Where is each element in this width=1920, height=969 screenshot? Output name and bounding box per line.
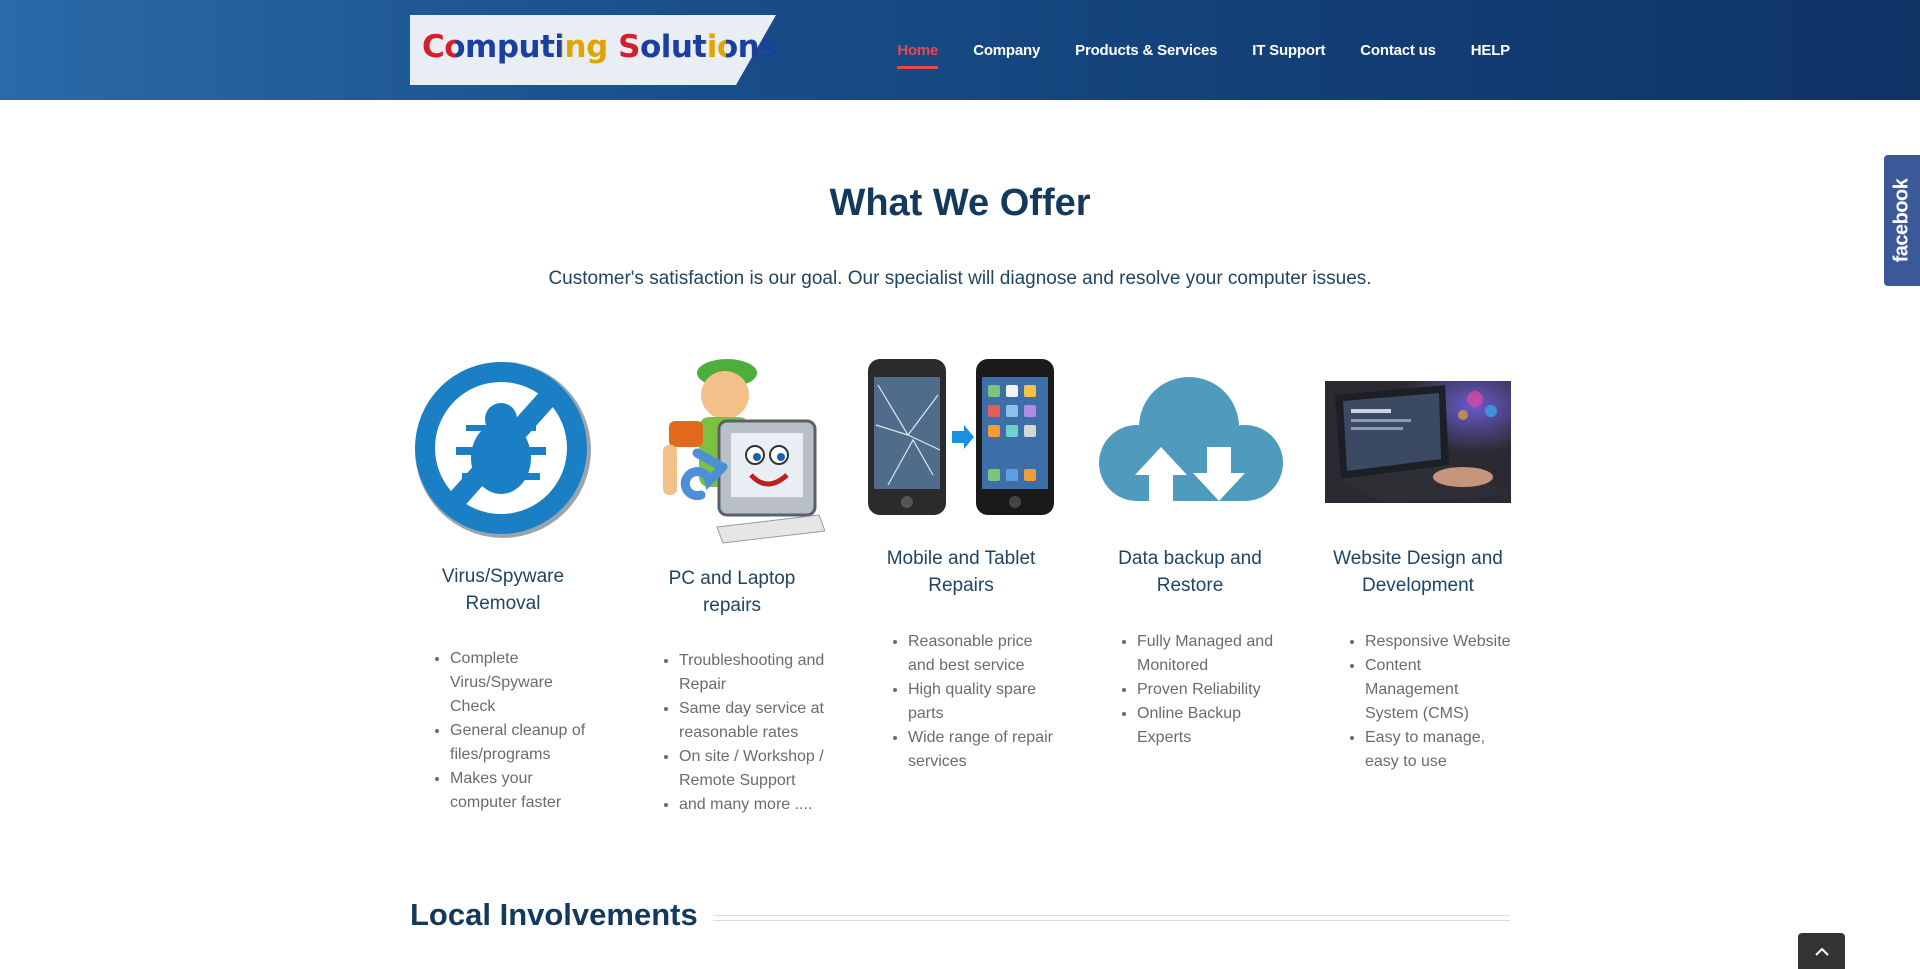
offer-card-virus: Virus/Spyware Removal Complete Virus/Spy… xyxy=(410,355,596,811)
repairman-computer-illustration xyxy=(639,355,826,545)
chevron-up-icon xyxy=(1814,947,1829,956)
nav-it-support[interactable]: IT Support xyxy=(1252,42,1325,59)
section-subtitle: Customer's satisfaction is our goal. Our… xyxy=(548,268,1372,289)
title-divider xyxy=(713,915,1510,921)
logo-word-computing: Computing xyxy=(422,29,608,65)
card-bullet-list: Responsive Website Content Management Sy… xyxy=(1365,630,1515,774)
card-bullet-list: Fully Managed and Monitored Proven Relia… xyxy=(1137,630,1287,750)
cloud-backup-icon xyxy=(1097,355,1283,545)
card-title: Data backup and Restore xyxy=(1118,548,1262,596)
card-bullet-list: Reasonable price and best service High q… xyxy=(908,630,1058,774)
list-item: Reasonable price and best service xyxy=(908,630,1058,678)
list-item: and many more .... xyxy=(679,793,829,817)
nav-help[interactable]: HELP xyxy=(1471,42,1510,59)
offer-card-data-backup: Data backup and Restore Fully Managed an… xyxy=(1097,355,1283,746)
logo-text: Computing Solutions xyxy=(422,29,778,65)
card-bullet-list: Complete Virus/Spyware Check General cle… xyxy=(450,647,600,815)
main-nav: Home Company Products & Services IT Supp… xyxy=(862,0,1510,100)
site-header: Computing Solutions Home Company Product… xyxy=(0,0,1920,100)
list-item: Complete Virus/Spyware Check xyxy=(450,647,600,719)
no-bug-icon xyxy=(410,355,596,545)
list-item: On site / Workshop / Remote Support xyxy=(679,745,829,793)
local-involvements-title: Local Involvements xyxy=(410,897,698,932)
list-item: High quality spare parts xyxy=(908,678,1058,726)
laptop-typing-photo xyxy=(1325,355,1511,545)
list-item: Troubleshooting and Repair xyxy=(679,649,829,697)
offer-card-mobile-repairs: Mobile and Tablet Repairs Reasonable pri… xyxy=(868,355,1054,770)
site-logo[interactable]: Computing Solutions xyxy=(410,15,778,85)
card-title: Website Design and Development xyxy=(1333,548,1503,596)
card-bullet-list: Troubleshooting and Repair Same day serv… xyxy=(679,649,829,817)
nav-company[interactable]: Company xyxy=(973,42,1040,59)
offer-card-pc-repairs: PC and Laptop repairs Troubleshooting an… xyxy=(639,355,826,813)
logo-word-solutions: Solutions xyxy=(618,29,778,65)
list-item: Proven Reliability xyxy=(1137,678,1287,702)
card-title: Virus/Spyware Removal xyxy=(441,566,565,614)
list-item: Content Management System (CMS) xyxy=(1365,654,1515,726)
list-item: Same day service at reasonable rates xyxy=(679,697,829,745)
list-item: Online Backup Experts xyxy=(1137,702,1287,750)
card-title: Mobile and Tablet Repairs xyxy=(886,548,1036,596)
list-item: Easy to manage, easy to use xyxy=(1365,726,1515,774)
nav-products-services[interactable]: Products & Services xyxy=(1075,42,1217,59)
list-item: Fully Managed and Monitored xyxy=(1137,630,1287,678)
card-title: PC and Laptop repairs xyxy=(668,568,796,616)
section-title: What We Offer xyxy=(829,182,1091,224)
list-item: Makes your computer faster xyxy=(450,767,600,815)
nav-contact-us[interactable]: Contact us xyxy=(1360,42,1436,59)
phone-repair-image xyxy=(868,355,1054,545)
list-item: Responsive Website xyxy=(1365,630,1515,654)
list-item: Wide range of repair services xyxy=(908,726,1058,774)
list-item: General cleanup of files/programs xyxy=(450,719,600,767)
offer-card-website-design: Website Design and Development Responsiv… xyxy=(1325,355,1511,770)
back-to-top-button[interactable] xyxy=(1798,933,1845,969)
nav-home[interactable]: Home xyxy=(897,42,938,69)
